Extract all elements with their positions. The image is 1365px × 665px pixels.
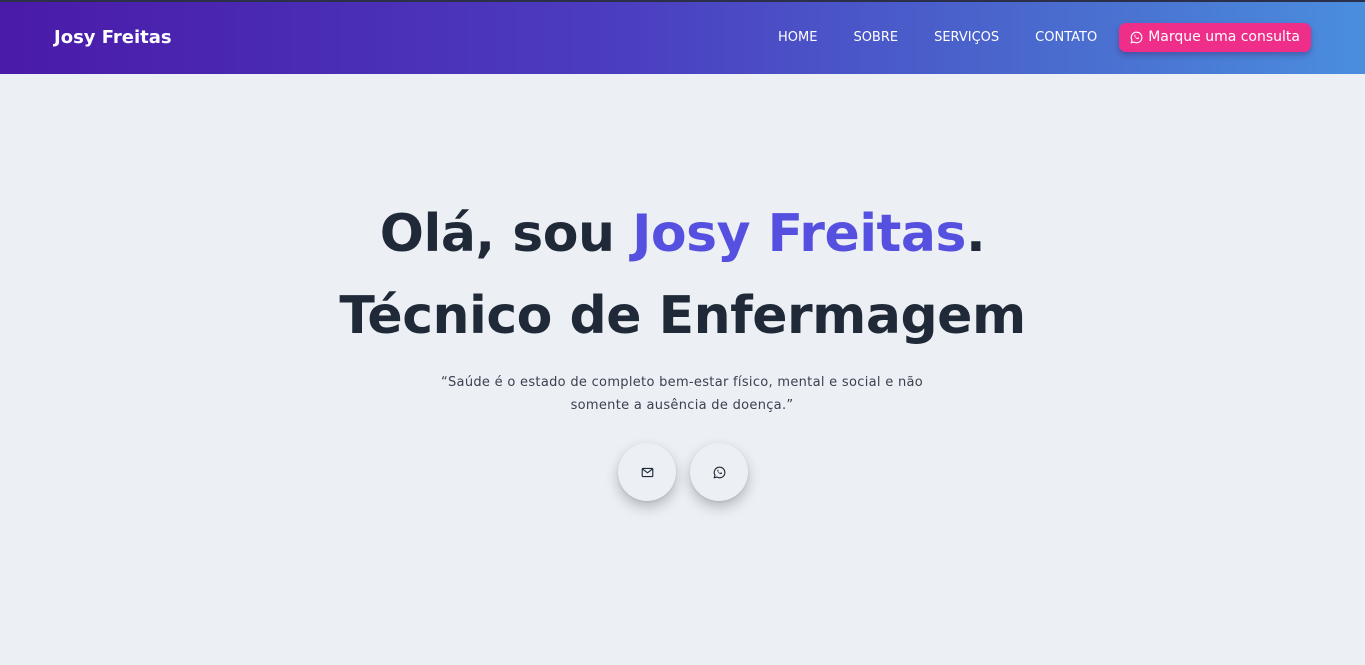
nav-home[interactable]: HOME (778, 30, 817, 45)
nav-contato[interactable]: CONTATO (1035, 30, 1097, 45)
hero-name: Josy Freitas (632, 204, 966, 264)
nav-servicos[interactable]: SERVIÇOS (934, 30, 999, 45)
whatsapp-icon (1130, 31, 1143, 43)
whatsapp-button[interactable] (690, 443, 748, 501)
site-header: Josy Freitas HOME SOBRE SERVIÇOS CONTATO… (0, 0, 1365, 74)
book-appointment-button[interactable]: Marque uma consulta (1119, 22, 1311, 52)
cta-label: Marque uma consulta (1148, 29, 1300, 45)
greeting-prefix: Olá, sou (379, 204, 633, 264)
greeting-suffix: . (965, 204, 986, 264)
hero-quote: “Saúde é o estado de completo bem-estar … (440, 375, 924, 413)
main-nav: HOME SOBRE SERVIÇOS CONTATO Marque uma c… (778, 22, 1311, 52)
top-border (0, 0, 1365, 2)
brand-logo[interactable]: Josy Freitas (54, 27, 172, 48)
hero-greeting: Olá, sou Josy Freitas. (0, 204, 1365, 264)
email-button[interactable] (618, 443, 676, 501)
whatsapp-icon (713, 466, 725, 478)
nav-sobre[interactable]: SOBRE (853, 30, 898, 45)
hero-section: Olá, sou Josy Freitas. Técnico de Enferm… (0, 74, 1365, 665)
hero-title: Técnico de Enfermagem (339, 286, 1026, 346)
mail-icon (641, 467, 653, 477)
